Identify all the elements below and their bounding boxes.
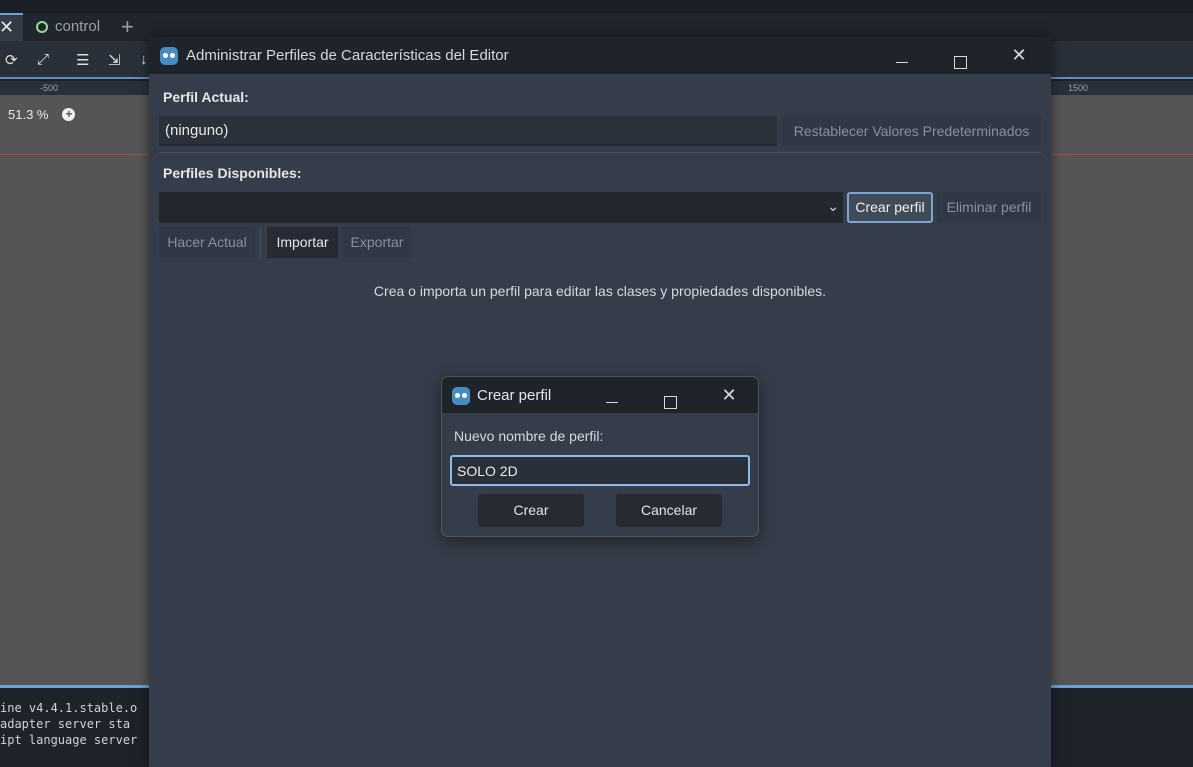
profile-name-label: Nuevo nombre de perfil: (454, 428, 604, 444)
create-profile-button[interactable]: Crear perfil (847, 192, 933, 223)
tab-active[interactable]: ✕ (0, 13, 23, 41)
subdialog-title: Crear perfil (477, 387, 552, 404)
minimize-icon[interactable] (600, 384, 624, 408)
export-button[interactable]: Exportar (343, 227, 411, 258)
hint-text: Crea o importa un perfil para editar las… (373, 283, 827, 299)
close-icon[interactable]: ✕ (717, 384, 741, 408)
list-select-icon[interactable]: ☰ (76, 51, 89, 69)
maximize-icon[interactable] (658, 384, 682, 409)
import-button[interactable]: Importar (267, 227, 338, 258)
reset-defaults-button[interactable]: Restablecer Valores Predeterminados (782, 116, 1041, 146)
ruler-mark: 1500 (1068, 83, 1089, 93)
console-line: ipt language server (0, 733, 138, 747)
add-tab-icon[interactable]: + (121, 14, 134, 40)
create-button[interactable]: Crear (478, 494, 584, 527)
divider (159, 152, 1041, 153)
top-bar (0, 0, 1193, 13)
maximize-icon[interactable] (948, 44, 972, 69)
profile-select[interactable]: ⌄ (159, 192, 843, 223)
tab-label: control (55, 18, 101, 35)
subdialog-titlebar: Crear perfil ✕ (442, 377, 758, 413)
node-icon (36, 20, 48, 33)
create-profile-dialog: Crear perfil ✕ Nuevo nombre de perfil: C… (441, 376, 759, 537)
current-profile-label: Perfil Actual: (163, 89, 249, 105)
tab-control[interactable]: control (36, 18, 100, 35)
console-line: adapter server sta (0, 717, 131, 731)
ruler-mark: -500 (40, 83, 59, 93)
close-icon[interactable]: ✕ (0, 17, 14, 38)
dialog-titlebar: Administrar Perfiles de Características … (149, 37, 1051, 74)
arrow-icon[interactable]: ↓ (140, 51, 148, 68)
current-profile-field: (ninguno) (159, 116, 777, 146)
profile-name-input[interactable] (450, 455, 750, 486)
minimize-icon[interactable] (890, 44, 914, 68)
delete-profile-button[interactable]: Eliminar perfil (937, 192, 1041, 223)
console-line: ine v4.4.1.stable.o (0, 701, 138, 715)
cancel-button[interactable]: Cancelar (616, 494, 722, 527)
godot-logo-icon (452, 387, 470, 405)
rotate-icon[interactable]: ⟳ (5, 51, 18, 69)
expand-icon[interactable]: ⤢ (37, 51, 49, 68)
pointer-select-icon[interactable]: ⇲ (108, 51, 121, 69)
dialog-title: Administrar Perfiles de Características … (186, 47, 509, 64)
godot-logo-icon (160, 47, 178, 65)
chevron-down-icon: ⌄ (827, 198, 839, 214)
zoom-in-icon[interactable]: + (62, 108, 76, 121)
zoom-level[interactable]: 51.3 % (8, 107, 48, 122)
zoom-control: 51.3 % + (8, 107, 76, 122)
divider (260, 228, 261, 257)
available-profiles-label: Perfiles Disponibles: (163, 165, 302, 181)
close-icon[interactable]: ✕ (1007, 44, 1031, 68)
make-current-button[interactable]: Hacer Actual (159, 227, 255, 258)
